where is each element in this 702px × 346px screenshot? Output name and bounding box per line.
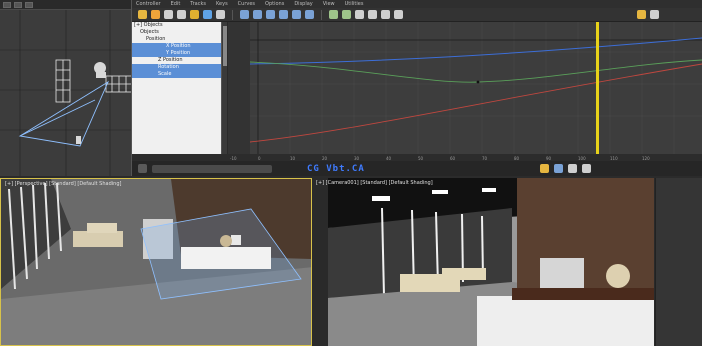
menu-tracks[interactable]: Tracks	[190, 1, 206, 7]
tree-item-label: Z Position	[158, 57, 183, 63]
tree-item[interactable]: Objects	[132, 29, 221, 36]
scrollbar-thumb[interactable]	[223, 26, 227, 66]
tangent-step-icon[interactable]	[292, 10, 301, 19]
ease-curve-icon[interactable]	[342, 10, 351, 19]
track-view-menu-icon[interactable]	[138, 164, 147, 173]
menu-view[interactable]: View	[323, 1, 335, 7]
selected-object-field[interactable]	[152, 164, 272, 173]
camera-scene	[328, 178, 654, 346]
curve-editor-menubar: Controller Edit Tracks Keys Curves Optio…	[132, 0, 702, 8]
add-keys-icon[interactable]	[203, 10, 212, 19]
menu-options[interactable]: Options	[265, 1, 284, 7]
curve-graph[interactable]	[228, 22, 702, 154]
toolbar-separator	[321, 9, 322, 20]
time-slider-bar[interactable]	[596, 22, 599, 154]
show-tangents-icon[interactable]	[381, 10, 390, 19]
pan-icon[interactable]	[567, 164, 577, 173]
menu-display[interactable]: Display	[294, 1, 312, 7]
move-keys-icon[interactable]	[164, 10, 173, 19]
watermark-text: CG Vbt.CA	[307, 163, 365, 174]
zoom-horizontal-icon[interactable]	[539, 164, 549, 173]
lock-selection-icon[interactable]	[151, 10, 160, 19]
menu-utilities[interactable]: Utilities	[345, 1, 364, 7]
curve-x-position[interactable]	[249, 63, 702, 143]
curve-key[interactable]	[476, 80, 480, 84]
value-axis-strip	[228, 22, 250, 154]
toolbar-separator	[232, 9, 233, 20]
lock-tangents-icon[interactable]	[394, 10, 403, 19]
zoom-value-icon[interactable]	[553, 164, 563, 173]
tree-item-label: Position	[146, 36, 166, 42]
show-keyable-icon[interactable]	[355, 10, 364, 19]
draw-curves-icon[interactable]	[216, 10, 225, 19]
menu-keys[interactable]: Keys	[216, 1, 228, 7]
curve-editor-bottom-toolbar: CG Vbt.CA	[132, 161, 702, 176]
tree-item[interactable]: [+] Objects	[132, 22, 221, 29]
menu-controller[interactable]: Controller	[136, 1, 161, 7]
zoom-icon[interactable]	[650, 10, 659, 19]
tangent-fast-icon[interactable]	[266, 10, 275, 19]
curve-graph-canvas	[228, 22, 702, 154]
tree-item-label: Objects	[140, 29, 159, 35]
viewport-top[interactable]	[0, 0, 132, 176]
viewport-camera[interactable]: [+] [Camera001] [Standard] [Default Shad…	[312, 178, 702, 346]
viewport-top-canvas	[0, 10, 131, 176]
controller-tree[interactable]: [+] Objects Objects Position X Position …	[132, 22, 222, 154]
tangent-spline-icon[interactable]	[253, 10, 262, 19]
frame-ruler: -10 0 10 20 30 40 50 60 70 80 90 100 110…	[132, 154, 702, 161]
tree-item[interactable]: Scale	[132, 71, 221, 78]
tree-item[interactable]: Y Position	[132, 50, 221, 57]
viewport-label[interactable]: [+] [Perspective] [Standard] [Default Sh…	[5, 181, 121, 187]
tree-item[interactable]: X Position	[132, 43, 221, 50]
command-panel-strip[interactable]	[655, 178, 702, 346]
curve-editor-panel: Controller Edit Tracks Keys Curves Optio…	[132, 0, 702, 176]
curve-editor-toolbar	[132, 8, 702, 22]
tree-item-label: [+] Objects	[134, 22, 163, 28]
viewport-label[interactable]: [+] [Camera001] [Standard] [Default Shad…	[316, 180, 433, 186]
tree-item-label: Scale	[158, 71, 172, 77]
tree-item-label: X Position	[166, 43, 191, 49]
scale-keys-icon[interactable]	[190, 10, 199, 19]
tree-item-label: Y Position	[166, 50, 191, 56]
tree-item[interactable]: Position	[132, 36, 221, 43]
viewport-view-button[interactable]	[25, 1, 33, 8]
tree-item-label: Rotation	[158, 64, 179, 70]
snap-frames-icon[interactable]	[637, 10, 646, 19]
viewport-mini-toolbar	[0, 0, 131, 10]
tree-item[interactable]: Rotation	[132, 64, 221, 71]
viewport-menu-button[interactable]	[3, 1, 11, 8]
curve-y-position[interactable]	[249, 59, 702, 83]
curve-z-position[interactable]	[249, 37, 702, 65]
menu-edit[interactable]: Edit	[171, 1, 181, 7]
menu-curves[interactable]: Curves	[238, 1, 255, 7]
zoom-extents-icon[interactable]	[581, 164, 591, 173]
tangent-linear-icon[interactable]	[305, 10, 314, 19]
show-all-tangents-icon[interactable]	[368, 10, 377, 19]
tangent-slow-icon[interactable]	[279, 10, 288, 19]
parameter-out-of-range-icon[interactable]	[329, 10, 338, 19]
perspective-scene	[1, 179, 311, 345]
slide-keys-icon[interactable]	[177, 10, 186, 19]
viewport-perspective[interactable]: [+] [Perspective] [Standard] [Default Sh…	[0, 178, 312, 346]
tree-item[interactable]: Z Position	[132, 57, 221, 64]
viewport-shading-button[interactable]	[14, 1, 22, 8]
filter-icon[interactable]	[138, 10, 147, 19]
tangent-auto-icon[interactable]	[240, 10, 249, 19]
